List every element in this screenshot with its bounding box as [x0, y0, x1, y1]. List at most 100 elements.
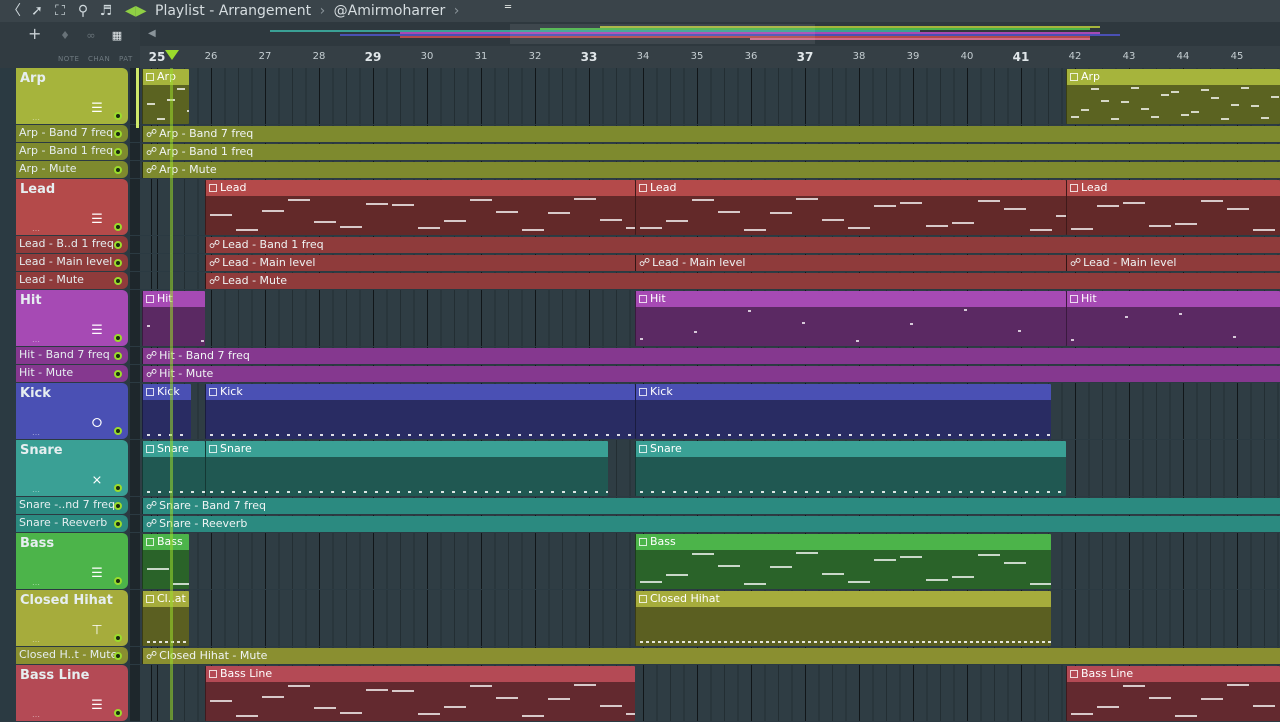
- pattern-clip-lead[interactable]: Lead: [205, 180, 635, 235]
- track-mute-lamp-icon[interactable]: [114, 241, 122, 249]
- track-header-arp-mute[interactable]: Arp - Mute: [16, 161, 128, 178]
- track-mute-lamp-icon[interactable]: [114, 652, 122, 660]
- track-mute-lamp-icon[interactable]: [114, 370, 122, 378]
- pat-mode-icon[interactable]: ▦: [107, 28, 127, 44]
- track-mute-lamp-icon[interactable]: [114, 577, 122, 585]
- track-mute-lamp-icon[interactable]: [114, 130, 122, 138]
- pattern-clip-hihat[interactable]: Cl..at: [142, 591, 189, 646]
- track-header-hit-mute[interactable]: Hit - Mute: [16, 365, 128, 382]
- playhead-marker-icon[interactable]: [165, 50, 179, 60]
- track-mute-lamp-icon[interactable]: [114, 427, 122, 435]
- automation-clip-hit-b7[interactable]: ☍ Hit - Band 7 freq: [142, 348, 1280, 364]
- pattern-clip-kick[interactable]: Kick: [142, 384, 191, 439]
- track-mute-lamp-icon[interactable]: [114, 520, 122, 528]
- track-options-icon[interactable]: …: [32, 635, 40, 644]
- pattern-clip-snare[interactable]: Snare: [205, 441, 608, 496]
- note: [540, 491, 543, 493]
- pattern-clip-snare[interactable]: Snare: [142, 441, 205, 496]
- note: [157, 118, 165, 120]
- add-track-button[interactable]: +: [28, 26, 42, 42]
- track-header-bassline[interactable]: Bass Line ☰…: [16, 665, 128, 721]
- cursor-icon[interactable]: ➚: [28, 2, 46, 20]
- track-header-lead[interactable]: Lead ☰…: [16, 179, 128, 235]
- pattern-clip-hit[interactable]: Hit: [1066, 291, 1280, 346]
- track-mute-lamp-icon[interactable]: [114, 223, 122, 231]
- overview-handle[interactable]: ═: [505, 2, 513, 20]
- pattern-clip-bass[interactable]: Bass: [635, 534, 1051, 589]
- clip-label: Arp - Band 1 freq: [159, 145, 254, 158]
- pattern-clip-kick[interactable]: Kick: [205, 384, 635, 439]
- automation-clip-snare-rev[interactable]: ☍ Snare - Reeverb: [142, 516, 1280, 532]
- note: [761, 491, 764, 493]
- track-header-hihat-mute[interactable]: Closed H..t - Mute: [16, 647, 128, 664]
- track-header-lead-b1[interactable]: Lead - B..d 1 freq: [16, 236, 128, 253]
- track-mute-lamp-icon[interactable]: [114, 709, 122, 717]
- track-mute-lamp-icon[interactable]: [114, 352, 122, 360]
- pattern-clip-lead[interactable]: Lead: [1066, 180, 1280, 235]
- automation-clip-hihat-mute[interactable]: ☍ Closed Hihat - Mute: [142, 648, 1280, 664]
- snap-icon[interactable]: 〈: [5, 2, 23, 20]
- pattern-clip-hit[interactable]: Hit: [142, 291, 205, 346]
- track-header-kick[interactable]: Kick ⭘…: [16, 383, 128, 439]
- track-mute-lamp-icon[interactable]: [114, 259, 122, 267]
- pattern-clip-lead[interactable]: Lead: [635, 180, 1066, 235]
- track-header-snare[interactable]: Snare ⨯…: [16, 440, 128, 496]
- pattern-icon: [1070, 73, 1078, 81]
- pattern-clip-kick[interactable]: Kick: [635, 384, 1051, 439]
- timeline-ruler[interactable]: 25 26 27 28 29 30 31 32 33 34 35 36 37 38 39 40 41 42 43 44…: [140, 46, 1280, 69]
- pattern-clip-hihat[interactable]: Closed Hihat: [635, 591, 1051, 646]
- fullscreen-icon[interactable]: ⛶: [51, 2, 69, 20]
- track-header-bass[interactable]: Bass ☰…: [16, 533, 128, 589]
- automation-clip-lead-mute[interactable]: ☍ Lead - Mute: [205, 273, 1280, 289]
- track-header-arp-b1[interactable]: Arp - Band 1 freq: [16, 143, 128, 160]
- note-mode-icon[interactable]: ♦: [55, 28, 75, 44]
- song-overview[interactable]: [140, 22, 1280, 47]
- track-options-icon[interactable]: …: [32, 224, 40, 233]
- clip-notes: [143, 607, 189, 646]
- automation-clip-lead-main[interactable]: ☍ Lead - Main level: [1066, 255, 1280, 271]
- automation-clip-lead-main[interactable]: ☍ Lead - Main level: [635, 255, 1066, 271]
- track-mute-lamp-icon[interactable]: [114, 334, 122, 342]
- overview-scroll-left-icon[interactable]: ◀: [148, 28, 156, 39]
- track-mute-lamp-icon[interactable]: [114, 634, 122, 642]
- track-mute-lamp-icon[interactable]: [114, 148, 122, 156]
- chan-mode-icon[interactable]: ∞: [81, 28, 101, 44]
- pattern-clip-arp[interactable]: Arp: [1066, 69, 1280, 124]
- pattern-clip-bassline[interactable]: Bass Line: [1066, 666, 1280, 721]
- speaker-icon[interactable]: ♬: [97, 2, 115, 20]
- track-header-arp[interactable]: Arp ☰…: [16, 68, 128, 124]
- track-options-icon[interactable]: …: [32, 428, 40, 437]
- track-options-icon[interactable]: …: [32, 335, 40, 344]
- pattern-clip-hit[interactable]: Hit: [635, 291, 1066, 346]
- automation-clip-lead-main[interactable]: ☍ Lead - Main level: [205, 255, 635, 271]
- pattern-clip-arp[interactable]: Arp: [142, 69, 189, 124]
- track-options-icon[interactable]: …: [32, 485, 40, 494]
- track-mute-lamp-icon[interactable]: [114, 502, 122, 510]
- track-header-lead-main[interactable]: Lead - Main level: [16, 254, 128, 271]
- zoom-icon[interactable]: ⚲: [74, 2, 92, 20]
- pattern-clip-snare[interactable]: Snare: [635, 441, 1066, 496]
- track-options-icon[interactable]: …: [32, 710, 40, 719]
- track-header-hit-b7[interactable]: Hit - Band 7 freq: [16, 347, 128, 364]
- track-header-lead-mute[interactable]: Lead - Mute: [16, 272, 128, 289]
- track-mute-lamp-icon[interactable]: [114, 166, 122, 174]
- track-options-icon[interactable]: …: [32, 113, 40, 122]
- track-mute-lamp-icon[interactable]: [114, 112, 122, 120]
- automation-clip-arp-b7[interactable]: ☍ Arp - Band 7 freq: [142, 126, 1280, 142]
- track-header-snare-b7[interactable]: Snare -..nd 7 freq: [16, 497, 128, 514]
- automation-clip-arp-mute[interactable]: ☍ Arp - Mute: [142, 162, 1280, 178]
- automation-clip-arp-b1[interactable]: ☍ Arp - Band 1 freq: [142, 144, 1280, 160]
- track-header-arp-b7[interactable]: Arp - Band 7 freq: [16, 125, 128, 142]
- track-header-snare-rev[interactable]: Snare - Reeverb: [16, 515, 128, 532]
- automation-clip-snare-b7[interactable]: ☍ Snare - Band 7 freq: [142, 498, 1280, 514]
- track-mute-lamp-icon[interactable]: [114, 484, 122, 492]
- automation-clip-hit-mute[interactable]: ☍ Hit - Mute: [142, 366, 1280, 382]
- track-mute-lamp-icon[interactable]: [114, 277, 122, 285]
- track-header-hit[interactable]: Hit ☰…: [16, 290, 128, 346]
- pattern-clip-bass[interactable]: Bass: [142, 534, 189, 589]
- automation-clip-lead-b1[interactable]: ☍ Lead - Band 1 freq: [205, 237, 1280, 253]
- track-options-icon[interactable]: …: [32, 578, 40, 587]
- note: [706, 641, 709, 643]
- track-header-hihat[interactable]: Closed Hihat ⊤…: [16, 590, 128, 646]
- pattern-clip-bassline[interactable]: Bass Line: [205, 666, 635, 721]
